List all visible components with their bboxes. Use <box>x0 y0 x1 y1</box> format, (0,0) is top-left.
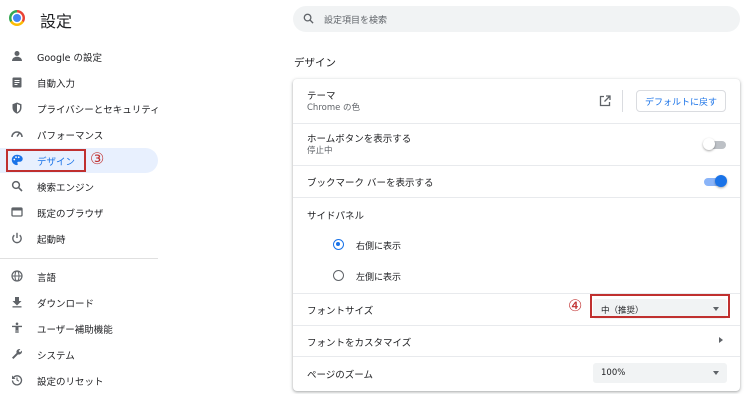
side-panel-row: サイドパネル 右側に表示 左側に表示 <box>293 198 740 292</box>
sidebar-item-autofill[interactable]: 自動入力 <box>0 70 158 95</box>
sidebar-divider <box>0 258 158 259</box>
sidebar-item-search-engine[interactable]: 検索エンジン <box>0 174 158 199</box>
sidebar-item-label: 自動入力 <box>37 78 76 90</box>
bookmark-bar-label: ブックマーク バーを表示する <box>307 178 434 189</box>
search-input[interactable]: 設定項目を検索 <box>324 13 387 26</box>
sidebar-item-system[interactable]: システム <box>0 342 158 367</box>
side-panel-right-radio[interactable] <box>333 239 344 250</box>
toggle-knob <box>715 175 727 187</box>
sidebar-item-label: 言語 <box>37 272 57 284</box>
theme-label: テーマ <box>307 91 336 102</box>
browser-window-icon <box>11 207 23 217</box>
sidebar-item-languages[interactable]: 言語 <box>0 264 158 289</box>
section-title: デザイン <box>294 57 336 69</box>
download-icon <box>12 297 22 308</box>
appearance-card: テーマ Chrome の色 デフォルトに戻す ホームボタンを表示する 停止中 ブ… <box>293 79 740 391</box>
sidebar-item-label: パフォーマンス <box>37 130 104 142</box>
sidebar-item-label: 設定のリセット <box>37 376 104 388</box>
wrench-icon <box>12 349 22 359</box>
home-button-row[interactable]: ホームボタンを表示する 停止中 <box>293 124 740 165</box>
chevron-right-icon <box>719 337 723 343</box>
sidebar-item-default-browser[interactable]: 既定のブラウザ <box>0 200 158 225</box>
sidebar-item-label: 検索エンジン <box>37 182 95 194</box>
speedometer-icon <box>11 131 23 138</box>
page-title: 設定 <box>40 12 73 31</box>
search-box[interactable]: 設定項目を検索 <box>293 6 740 32</box>
toggle-knob <box>703 138 715 150</box>
side-panel-left-label[interactable]: 左側に表示 <box>356 270 401 283</box>
chrome-logo <box>9 10 25 26</box>
side-panel-label: サイドパネル <box>307 211 365 222</box>
bookmark-bar-toggle[interactable] <box>704 175 727 187</box>
customize-fonts-label: フォントをカスタマイズ <box>307 338 412 349</box>
search-icon <box>303 13 314 24</box>
page-zoom-select[interactable]: 100% <box>593 363 727 383</box>
bookmark-bar-row[interactable]: ブックマーク バーを表示する <box>293 166 740 197</box>
sidebar-item-label: 既定のブラウザ <box>37 208 104 220</box>
side-panel-right-label[interactable]: 右側に表示 <box>356 239 401 252</box>
sidebar-item-accessibility[interactable]: ユーザー補助機能 <box>0 316 158 341</box>
vertical-separator <box>622 90 623 112</box>
font-size-label: フォントサイズ <box>307 306 374 317</box>
sidebar-item-downloads[interactable]: ダウンロード <box>0 290 158 315</box>
sidebar-item-google[interactable]: Google の設定 <box>0 44 158 69</box>
sidebar-item-label: 起動時 <box>37 234 66 246</box>
sidebar-item-label: システム <box>37 350 75 362</box>
home-button-label: ホームボタンを表示する <box>307 134 412 145</box>
sidebar-item-performance[interactable]: パフォーマンス <box>0 122 158 147</box>
sidebar-item-label: Google の設定 <box>37 52 103 64</box>
chevron-down-icon <box>713 371 719 375</box>
reset-theme-button[interactable]: デフォルトに戻す <box>636 90 726 112</box>
side-panel-left-radio[interactable] <box>333 270 344 281</box>
page-zoom-label: ページのズーム <box>307 370 374 381</box>
accessibility-icon <box>12 322 22 333</box>
annotation-step-3: ③ <box>90 149 105 168</box>
customize-fonts-row[interactable]: フォントをカスタマイズ <box>293 326 740 356</box>
sidebar-item-privacy[interactable]: プライバシーとセキュリティ <box>0 96 160 121</box>
annotation-highlight-appearance <box>6 149 86 172</box>
globe-icon <box>11 270 23 282</box>
sidebar-item-label: プライバシーとセキュリティ <box>37 104 160 116</box>
sidebar-item-label: ダウンロード <box>37 298 95 310</box>
sidebar-item-reset[interactable]: 設定のリセット <box>0 368 158 393</box>
home-button-toggle[interactable] <box>703 138 726 150</box>
open-in-new-icon[interactable] <box>599 95 611 107</box>
shield-icon <box>12 102 22 114</box>
annotation-highlight-font-size <box>590 294 730 318</box>
clipboard-icon <box>12 77 22 88</box>
person-icon <box>12 51 22 61</box>
page-zoom-row: ページのズーム 100% <box>293 357 740 390</box>
sidebar-item-on-startup[interactable]: 起動時 <box>0 226 158 251</box>
home-button-sub: 停止中 <box>307 146 333 156</box>
annotation-step-4: ④ <box>568 296 583 315</box>
sidebar-item-label: ユーザー補助機能 <box>37 324 113 336</box>
reset-icon <box>11 375 23 386</box>
page-zoom-value: 100% <box>601 368 626 378</box>
search-icon <box>11 180 23 192</box>
theme-row[interactable]: テーマ Chrome の色 デフォルトに戻す <box>293 79 740 123</box>
theme-sub: Chrome の色 <box>307 103 361 113</box>
power-icon <box>12 232 22 244</box>
